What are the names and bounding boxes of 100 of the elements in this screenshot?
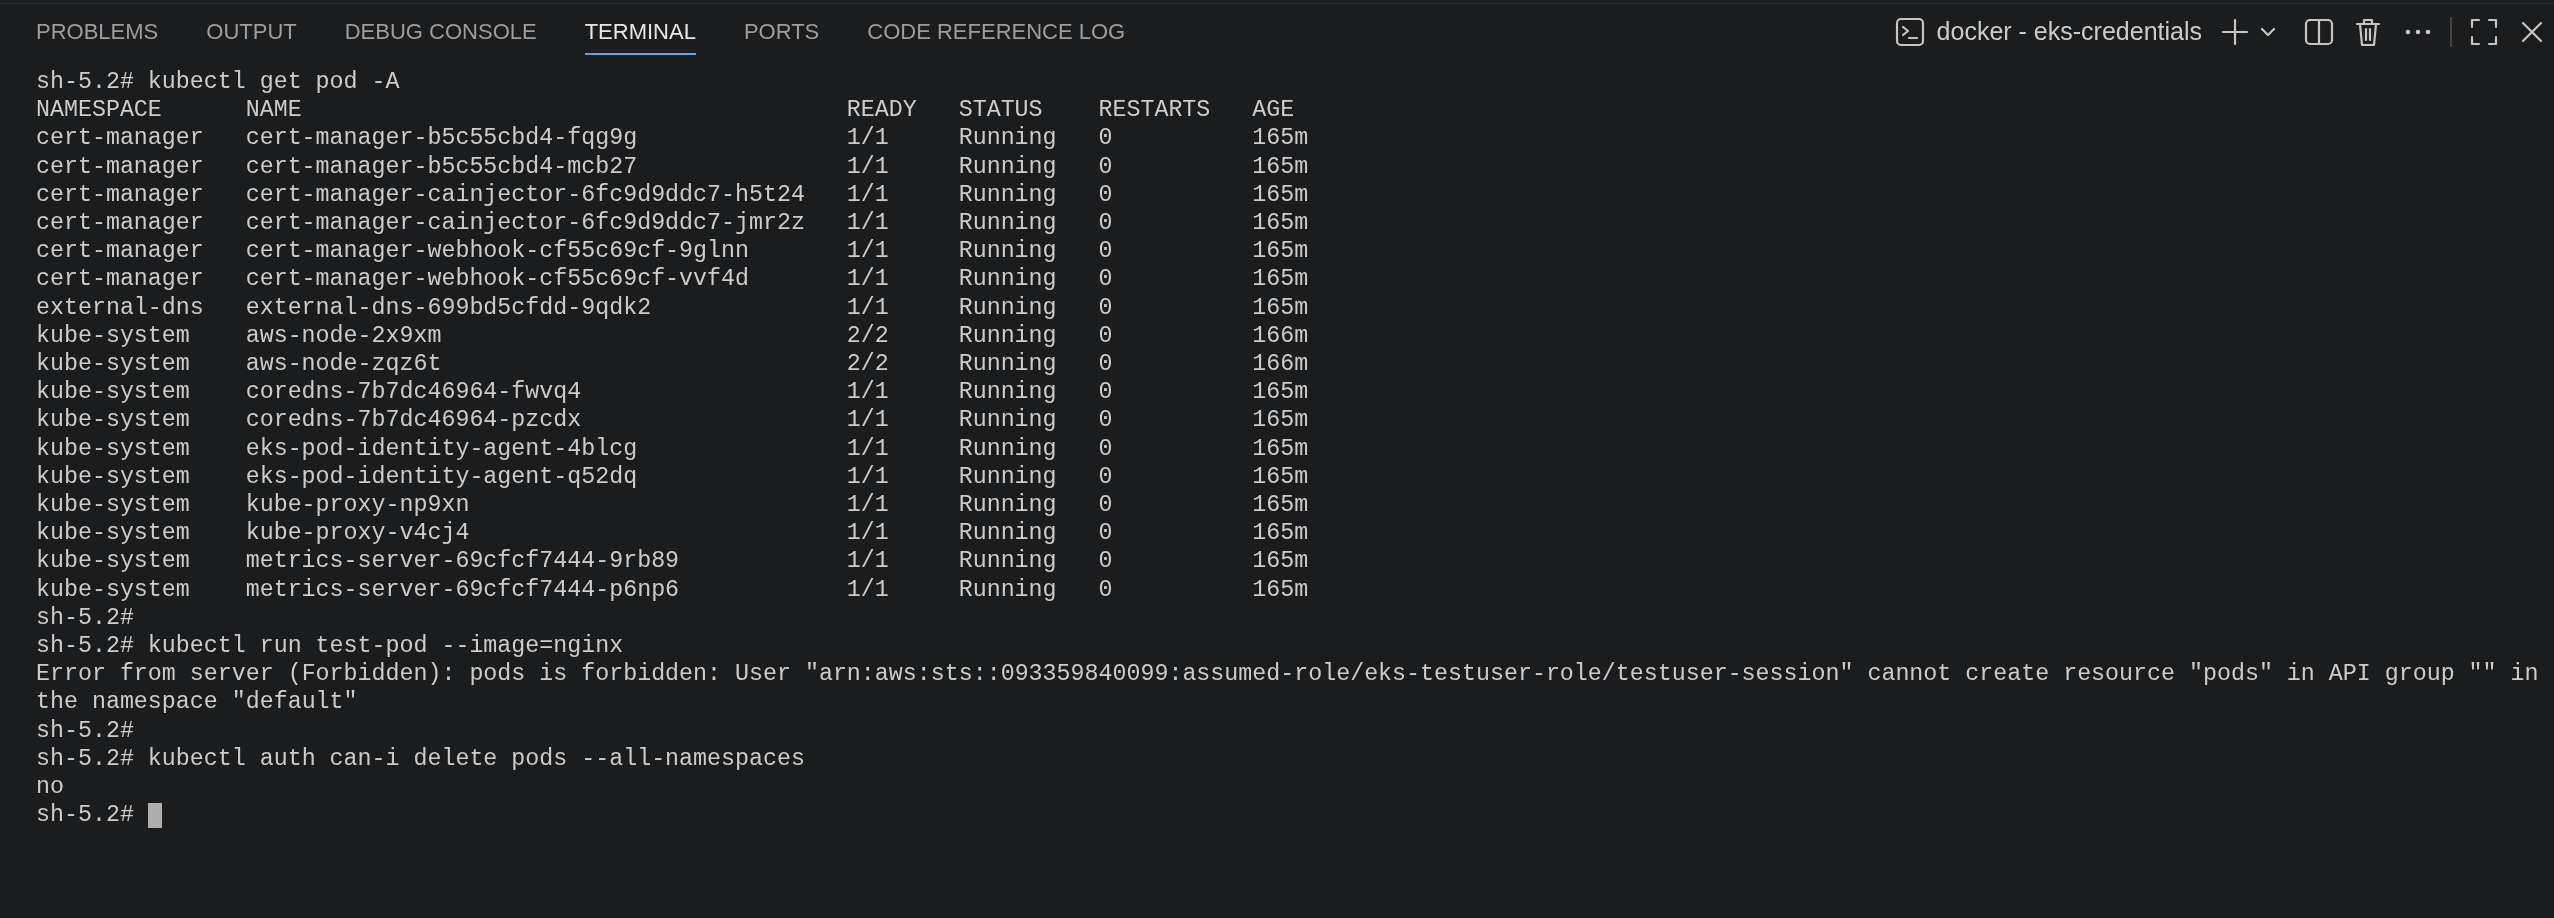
table-cell: kube-proxy-np9xn [245, 491, 470, 520]
table-cell: cert-manager-cainjector-6fc9d9ddc7-jmr2z [245, 209, 805, 238]
table-cell: cert-manager [36, 152, 204, 181]
table-cell: Running [958, 321, 1057, 351]
table-cell: 1/1 [846, 124, 889, 153]
panel-tab[interactable]: OUTPUT [206, 8, 297, 56]
table-cell: metrics-server-69cfcf7444-p6np6 [245, 575, 680, 604]
terminal-line: sh-5.2# [36, 716, 134, 745]
table-cell: 0 [1098, 575, 1113, 604]
table-cell: external-dns-699bd5cfdd-9qdk2 [245, 293, 652, 322]
table-cell: cert-manager [36, 124, 204, 153]
table-cell: 1/1 [846, 152, 889, 181]
table-cell: coredns-7b7dc46964-fwvq4 [245, 378, 582, 407]
column-header: READY [846, 96, 917, 125]
table-cell: cert-manager [36, 237, 204, 266]
table-cell: 0 [1098, 378, 1113, 407]
table-cell: kube-system [36, 547, 190, 576]
table-cell: 0 [1098, 350, 1113, 379]
table-cell: cert-manager-b5c55cbd4-fqg9g [245, 124, 638, 153]
table-cell: 165m [1252, 237, 1309, 266]
table-cell: 165m [1252, 491, 1309, 520]
table-cell: 165m [1252, 519, 1309, 548]
table-cell: 1/1 [846, 209, 889, 238]
table-cell: eks-pod-identity-agent-4blcg [245, 434, 638, 463]
table-cell: Running [958, 152, 1057, 181]
table-cell: Running [958, 519, 1057, 548]
table-cell: 0 [1098, 180, 1113, 209]
table-cell: Running [958, 378, 1057, 407]
table-cell: aws-node-2x9xm [245, 321, 442, 351]
terminal-line: the namespace "default" [36, 688, 358, 717]
table-cell: 1/1 [846, 491, 889, 520]
table-cell: kube-system [36, 519, 190, 548]
table-cell: Running [958, 209, 1057, 238]
table-cell: 2/2 [846, 350, 889, 379]
table-cell: external-dns [36, 293, 204, 322]
table-cell: Running [958, 180, 1057, 209]
table-cell: 165m [1252, 180, 1309, 209]
panel-tab[interactable]: PROBLEMS [36, 8, 159, 56]
panel-tab[interactable]: DEBUG CONSOLE [344, 8, 537, 56]
terminal-title: docker - eks-credentials [1936, 16, 2202, 48]
table-cell: kube-system [36, 434, 190, 463]
table-cell: 0 [1098, 321, 1113, 351]
table-cell: 165m [1252, 124, 1309, 153]
panel-tab[interactable]: CODE REFERENCE LOG [867, 8, 1126, 56]
table-cell: 166m [1252, 321, 1309, 351]
table-cell: aws-node-zqz6t [245, 350, 442, 379]
column-header: NAME [245, 96, 302, 125]
table-cell: 165m [1252, 378, 1309, 407]
table-cell: 2/2 [846, 321, 889, 351]
table-cell: Running [958, 406, 1057, 435]
table-cell: Running [958, 265, 1057, 294]
table-cell: 1/1 [846, 293, 889, 322]
table-cell: Running [958, 547, 1057, 576]
terminal-line: sh-5.2# kubectl run test-pod --image=nginx [36, 632, 624, 661]
terminal-line: Error from server (Forbidden): pods is forbidden: User "arn:aws:sts::093359840099:assumed-role/eks-testuser-role/testuser-session" cannot create resource "pods" in API group "" in [36, 660, 2539, 689]
table-cell: 0 [1098, 124, 1113, 153]
table-cell: coredns-7b7dc46964-pzcdx [245, 406, 582, 435]
terminal-line: sh-5.2# [36, 603, 134, 633]
table-cell: metrics-server-69cfcf7444-9rb89 [245, 547, 680, 576]
table-cell: kube-system [36, 406, 190, 435]
table-cell: kube-system [36, 462, 190, 492]
table-cell: 0 [1098, 519, 1113, 548]
table-cell: 0 [1098, 462, 1113, 492]
table-cell: Running [958, 575, 1057, 604]
table-cell: 0 [1098, 406, 1113, 435]
table-cell: kube-system [36, 350, 190, 379]
table-cell: 165m [1252, 434, 1309, 463]
table-cell: 165m [1252, 209, 1309, 238]
panel-tab[interactable]: PORTS [743, 8, 820, 56]
column-header: RESTARTS [1098, 96, 1211, 125]
table-cell: cert-manager [36, 209, 204, 238]
table-cell: 1/1 [846, 265, 889, 294]
terminal-prompt: sh-5.2# [36, 801, 134, 830]
table-cell: Running [958, 491, 1057, 520]
table-cell: 1/1 [846, 575, 889, 604]
column-header: NAMESPACE [36, 96, 162, 125]
table-cell: kube-system [36, 321, 190, 351]
table-cell: Running [958, 124, 1057, 153]
table-cell: 0 [1098, 434, 1113, 463]
table-cell: 165m [1252, 265, 1309, 294]
table-cell: 0 [1098, 491, 1113, 520]
table-cell: cert-manager-webhook-cf55c69cf-9glnn [245, 237, 749, 266]
table-cell: cert-manager-b5c55cbd4-mcb27 [245, 152, 638, 181]
table-cell: cert-manager [36, 265, 204, 294]
table-cell: 1/1 [846, 406, 889, 435]
panel-tab[interactable]: TERMINAL [584, 8, 696, 56]
table-cell: kube-proxy-v4cj4 [245, 519, 470, 548]
table-cell: 165m [1252, 547, 1309, 576]
table-cell: Running [958, 434, 1057, 463]
table-cell: 1/1 [846, 180, 889, 209]
table-cell: kube-system [36, 378, 190, 407]
table-cell: 165m [1252, 575, 1309, 604]
table-cell: 1/1 [846, 462, 889, 492]
column-header: STATUS [958, 96, 1043, 125]
table-cell: 1/1 [846, 237, 889, 266]
table-cell: 0 [1098, 293, 1113, 322]
table-cell: 0 [1098, 237, 1113, 266]
terminal-line: no [36, 773, 64, 802]
table-cell: Running [958, 350, 1057, 379]
table-cell: Running [958, 237, 1057, 266]
